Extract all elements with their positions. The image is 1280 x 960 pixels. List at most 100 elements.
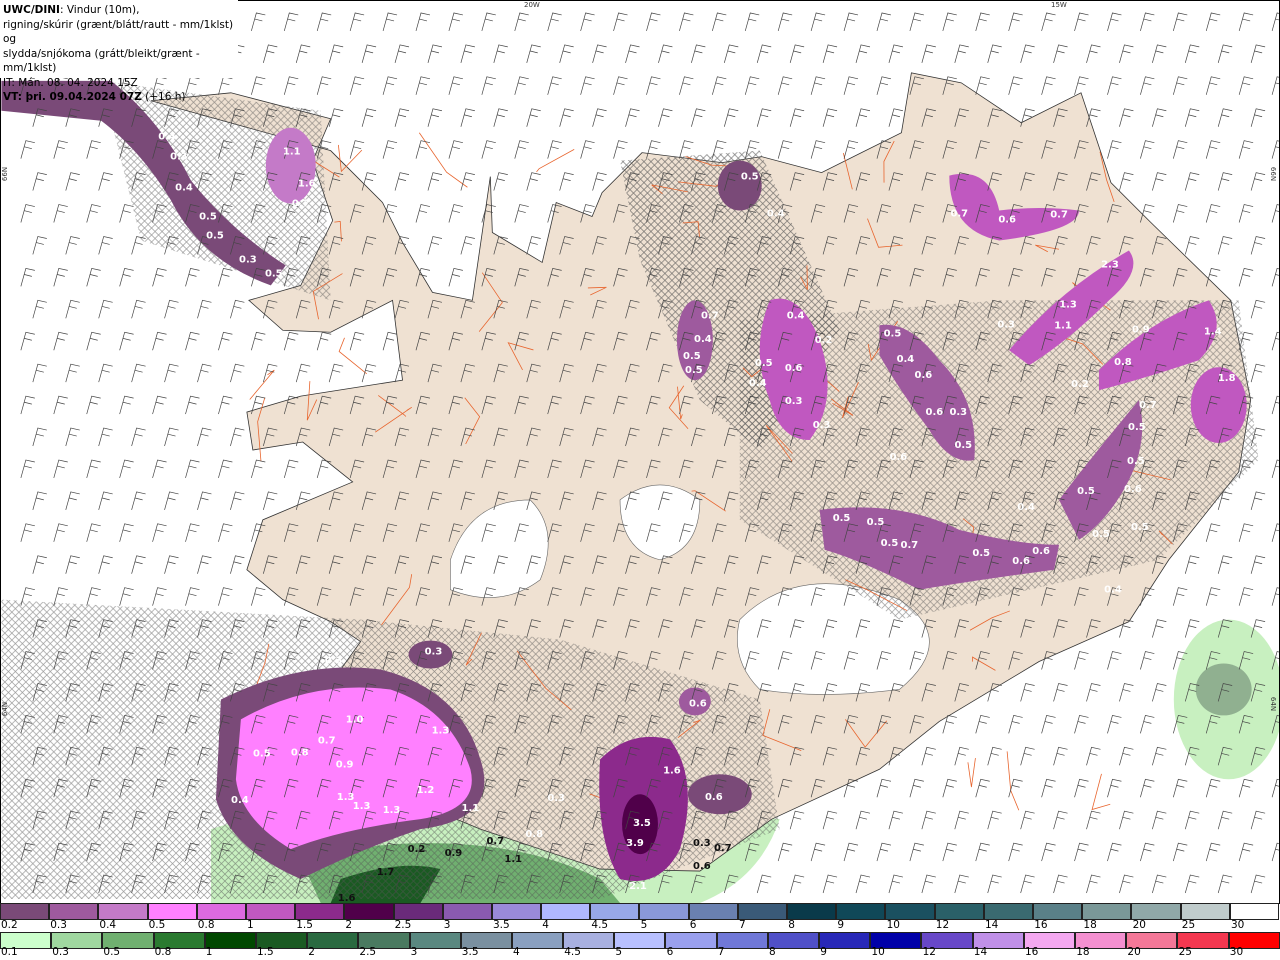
precip-value-label: 0.6	[785, 363, 803, 374]
snow-legend-label: 14	[985, 919, 999, 931]
snow-legend-swatch	[934, 903, 984, 920]
lon-label-15w: 15W	[1051, 1, 1067, 9]
precip-value-label: 0.4	[1104, 585, 1122, 596]
snow-legend-swatch	[0, 903, 50, 920]
snow-legend-label: 0.8	[197, 919, 215, 931]
precip-value-label: 0.6	[693, 861, 711, 872]
snow-legend-swatch	[1229, 903, 1279, 920]
snow-legend-swatch	[1082, 903, 1132, 920]
rain-legend-label: 4.5	[564, 946, 581, 958]
precip-value-label: 0.5	[954, 440, 972, 451]
precip-value-label: 0.6	[705, 792, 723, 803]
precip-value-label: 0.5	[867, 517, 885, 528]
snow-legend-swatch	[1032, 903, 1083, 920]
snow-legend-swatch	[295, 903, 345, 920]
precip-value-label: 0.6	[998, 215, 1016, 226]
rain-legend-label: 25	[1178, 946, 1192, 958]
rain-legend-label: 0.1	[1, 946, 18, 958]
precip-value-label: 0.5	[741, 172, 759, 183]
precip-value-label: 1.7	[377, 867, 395, 878]
precip-value-label: 0.5	[833, 513, 851, 524]
snow-legend-label: 0.4	[99, 919, 117, 931]
snow-legend-swatch	[737, 903, 787, 920]
rain-legend-label: 2	[308, 946, 315, 958]
snow-legend-label: 16	[1034, 919, 1048, 931]
issue-time: IT: Mán. 08. 04. 2024 15Z	[3, 76, 138, 89]
precip-value-label: 1.8	[1218, 373, 1236, 384]
rain-legend-label: 4	[513, 946, 520, 958]
precip-value-label: 0.5	[206, 230, 224, 241]
precip-value-label: 0.6	[915, 370, 933, 381]
model-name: UWC/DINI	[3, 4, 60, 16]
precip-value-label: 0.3	[813, 420, 831, 431]
snow-legend-swatch	[491, 903, 542, 920]
precip-value-label: 0.5	[1128, 422, 1146, 433]
map-title-box: UWC/DINI: Vindur (10m), rigning/skúrir (…	[0, 0, 238, 103]
snow-legend-swatch	[442, 903, 492, 920]
precip-value-label: 0.9	[336, 759, 354, 770]
rain-legend-label: 3.5	[461, 946, 479, 958]
precip-value-label: 0.4	[749, 378, 767, 389]
snow-area-nw	[265, 127, 316, 204]
precip-value-label: 1.4	[1204, 326, 1222, 337]
rain-legend-label: 3	[410, 946, 418, 958]
rain-legend-label: 14	[973, 946, 988, 958]
precip-value-label: 0.4	[175, 183, 193, 194]
rain-legend-label: 0.3	[52, 946, 69, 958]
snow-legend-label: 1	[247, 919, 254, 931]
precip-value-label: 0.4	[158, 132, 176, 143]
precip-value-label: 0.4	[787, 310, 805, 321]
precip-value-label: 0.5	[1127, 456, 1145, 467]
precip-value-label: 1.1	[283, 147, 301, 158]
precip-value-label: 1.6	[298, 179, 316, 190]
rain-legend-label: 1.5	[257, 946, 274, 958]
snow-legend-label: 2	[345, 919, 353, 931]
rain-legend-labels: 0.1 0.3 0.5 0.8 1 1.5 2 2.5 3 3.5 4 4.5 5 6 7 8 9 10 12 14 1…	[0, 946, 1280, 960]
valid-time: VT: þri. 09.04.2024 07Z	[3, 91, 142, 103]
precip-value-label: 0.9	[445, 848, 463, 859]
rain-legend-label: 10	[871, 946, 885, 958]
lon-label-20w: 20W	[524, 1, 540, 9]
precip-value-label: 0.5	[683, 351, 701, 362]
snow-legend-label: 4.5	[591, 919, 609, 931]
snow-legend-label: 4	[542, 919, 549, 931]
snow-legend-label: 1.5	[296, 919, 313, 931]
precip-value-label: 0.2	[408, 844, 426, 855]
precip-value-label: 0.7	[1139, 400, 1157, 411]
snow-legend-label: 0.2	[1, 919, 18, 931]
precip-value-label: 0.8	[291, 747, 309, 758]
precip-value-label: 0.6	[1032, 546, 1050, 557]
snow-legend-swatch	[787, 903, 837, 920]
precip-value-label: 0.3	[785, 396, 803, 407]
snow-legend-swatch	[836, 903, 886, 920]
precip-value-label: 1.3	[383, 805, 401, 816]
precip-value-label: 0.5	[253, 748, 271, 759]
snow-legend-label: 3.5	[493, 919, 510, 931]
snow-legend-swatch	[98, 903, 148, 920]
precip-value-label: 1.3	[432, 725, 450, 736]
snow-legend-label: 2.5	[394, 919, 412, 931]
snow-legend-label: 12	[935, 919, 950, 931]
rain-legend-label: 8	[769, 946, 776, 958]
snow-legend-label: 6	[689, 919, 697, 931]
snow-legend-label: 8	[788, 919, 795, 931]
snow-legend-swatch	[688, 903, 738, 920]
precip-value-label: 0.4	[231, 795, 249, 806]
snow-legend-swatch	[639, 903, 689, 920]
snow-legend-swatch	[49, 903, 99, 920]
snow-legend-label: 25	[1181, 919, 1196, 931]
precip-value-label: 1.0	[346, 714, 364, 725]
precip-value-label: 0.3	[949, 407, 967, 418]
snow-legend-swatch	[245, 903, 296, 920]
precip-value-label: 0.5	[972, 548, 990, 559]
precip-value-label: 1.1	[504, 854, 522, 865]
snow-legend-swatch	[541, 903, 591, 920]
precip-value-label: 0.2	[815, 335, 833, 346]
precip-value-label: 0.3	[693, 838, 711, 849]
precip-value-label: 3.5	[633, 818, 651, 829]
rain-legend-label: 5	[615, 946, 623, 958]
precip-value-label: 2.1	[629, 881, 647, 892]
precip-value-label: 0.5	[1077, 486, 1095, 497]
precip-value-label: 0.2	[1071, 379, 1089, 390]
precip-value-label: 0.7	[901, 540, 919, 551]
